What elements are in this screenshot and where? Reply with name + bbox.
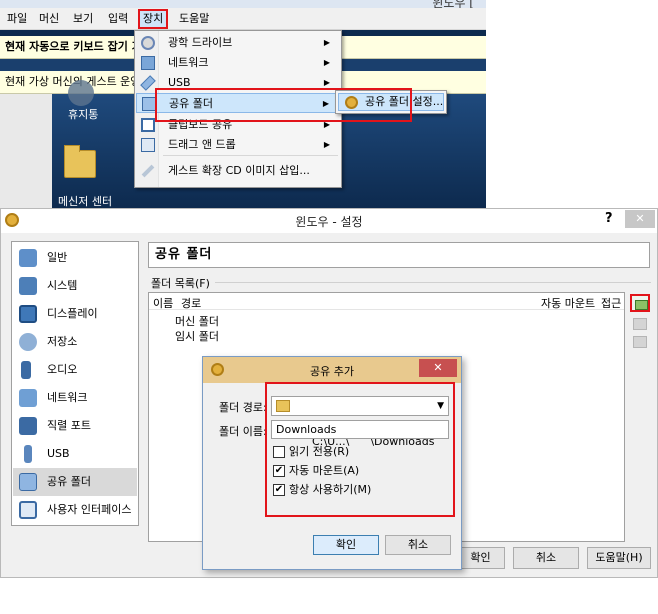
sidebar-item-label: 오디오 — [47, 363, 78, 376]
sidebar-item-shared-folders[interactable]: 공유 폴더 — [13, 468, 137, 496]
display-icon — [19, 305, 37, 323]
messenger-center-label: 메신저 센터 — [58, 195, 113, 208]
sidebar-item-audio[interactable]: 오디오 — [13, 356, 137, 384]
menu-item-network[interactable]: 네트워크 ▶ — [136, 53, 340, 73]
sidebar-item-storage[interactable]: 저장소 — [13, 328, 137, 356]
sidebar-item-label: 직렬 포트 — [47, 419, 91, 432]
guest-desktop-edge — [0, 94, 52, 208]
menu-separator — [163, 155, 338, 156]
user-interface-icon — [19, 501, 37, 519]
settings-titlebar: 윈도우 - 설정 ? ✕ — [1, 209, 657, 233]
vm-titlebar: 윈도우 [ — [0, 0, 486, 10]
column-name[interactable]: 이름 — [153, 295, 173, 311]
menu-input[interactable]: 입력 — [105, 11, 131, 27]
sidebar-item-system[interactable]: 시스템 — [13, 272, 137, 300]
menu-item-label: 드래그 앤 드롭 — [168, 138, 236, 151]
menu-help[interactable]: 도움말 — [176, 11, 212, 27]
menu-item-drag-drop[interactable]: 드래그 앤 드롭 ▶ — [136, 135, 340, 155]
general-icon — [19, 249, 37, 267]
sidebar-item-display[interactable]: 디스플레이 — [13, 300, 137, 328]
menu-devices[interactable]: 장치 — [138, 9, 169, 29]
help-button[interactable]: ? — [605, 211, 613, 226]
close-button[interactable]: ✕ — [419, 359, 457, 377]
menu-item-label: 네트워크 — [168, 56, 209, 69]
folder-name-label: 폴더 이름: — [219, 425, 267, 438]
settings-title: 윈도우 - 설정 — [295, 215, 363, 229]
sidebar-item-user-interface[interactable]: 사용자 인터페이스 — [13, 496, 137, 524]
recycle-bin-label: 휴지통 — [68, 108, 99, 121]
submenu-arrow-icon: ▶ — [323, 58, 330, 67]
sidebar-item-usb[interactable]: USB — [13, 440, 137, 468]
system-icon — [19, 277, 37, 295]
sidebar-item-label: 저장소 — [47, 335, 78, 348]
sidebar-item-network[interactable]: 네트워크 — [13, 384, 137, 412]
disc-icon — [141, 36, 155, 50]
column-path[interactable]: 경로 — [181, 295, 201, 311]
drag-drop-icon — [141, 138, 155, 152]
wrench-icon — [141, 164, 155, 178]
menu-file[interactable]: 파일 — [4, 11, 30, 27]
submenu-arrow-icon: ▶ — [323, 38, 330, 47]
table-row[interactable]: 임시 폴더 — [175, 328, 219, 344]
sidebar-item-label: 사용자 인터페이스 — [47, 503, 132, 516]
add-share-titlebar: 공유 추가 ✕ — [203, 357, 461, 383]
usb-icon — [24, 445, 32, 463]
folder-path-label: 폴더 경로: — [219, 401, 267, 414]
menu-item-label: 게스트 확장 CD 이미지 삽입... — [168, 164, 310, 177]
folder-toolbar — [628, 292, 652, 362]
shared-folder-icon — [19, 473, 37, 491]
usb-icon — [140, 75, 156, 91]
audio-icon — [21, 361, 31, 379]
section-divider — [215, 282, 651, 283]
menu-item-label: 광학 드라이브 — [168, 36, 233, 49]
folder-list-label: 폴더 목록(F) — [151, 277, 210, 290]
cancel-button[interactable]: 취소 — [513, 547, 579, 569]
ok-button[interactable]: 확인 — [313, 535, 379, 555]
submenu-arrow-icon: ▶ — [323, 140, 330, 149]
network-icon — [141, 56, 155, 70]
highlight-annotation-share-options — [265, 382, 455, 517]
menu-machine[interactable]: 머신 — [36, 11, 62, 27]
recycle-bin-icon[interactable] — [68, 80, 94, 106]
clipboard-icon — [141, 118, 155, 132]
menu-view[interactable]: 보기 — [70, 11, 96, 27]
sidebar-item-label: 공유 폴더 — [47, 475, 91, 488]
column-automount[interactable]: 자동 마운트 — [541, 295, 595, 311]
column-access[interactable]: 접근 — [601, 295, 621, 311]
network-icon — [19, 389, 37, 407]
storage-icon — [19, 333, 37, 351]
add-share-dialog: 공유 추가 ✕ 폴더 경로: C:\U...\ \Downloads ▼ 폴더 … — [202, 356, 462, 570]
sidebar-item-general[interactable]: 일반 — [13, 244, 137, 272]
menu-item-optical-drive[interactable]: 광학 드라이브 ▶ — [136, 33, 340, 53]
cancel-button[interactable]: 취소 — [385, 535, 451, 555]
highlight-annotation-shared-folder — [155, 88, 412, 122]
edit-shared-folder-icon[interactable] — [633, 318, 647, 330]
table-header: 이름 경로 자동 마운트 접근 — [149, 293, 624, 310]
remove-shared-folder-icon[interactable] — [633, 336, 647, 348]
ok-button[interactable]: 확인 — [457, 547, 505, 569]
serial-port-icon — [19, 417, 37, 435]
vm-menubar: 파일 머신 보기 입력 장치 도움말 — [0, 8, 486, 30]
sidebar-item-label: 네트워크 — [47, 391, 88, 404]
table-row[interactable]: 머신 폴더 — [175, 313, 219, 329]
add-shared-folder-icon[interactable] — [630, 294, 650, 312]
sidebar-item-label: 시스템 — [47, 279, 78, 292]
sidebar-item-label: USB — [47, 447, 70, 460]
sidebar-item-label: 디스플레이 — [47, 307, 98, 320]
sidebar-item-serial-ports[interactable]: 직렬 포트 — [13, 412, 137, 440]
messenger-center-icon[interactable] — [64, 145, 96, 178]
settings-sidebar: 일반 시스템 디스플레이 저장소 오디오 네트워크 직렬 포트 USB 공유 폴… — [11, 241, 139, 526]
menu-item-insert-guest-additions[interactable]: 게스트 확장 CD 이미지 삽입... — [136, 161, 340, 181]
sidebar-item-label: 일반 — [47, 251, 68, 264]
help-button[interactable]: 도움말(H) — [587, 547, 651, 569]
page-title: 공유 폴더 — [148, 242, 650, 268]
close-button[interactable]: ✕ — [625, 210, 655, 228]
shared-folder-icon — [142, 97, 156, 111]
